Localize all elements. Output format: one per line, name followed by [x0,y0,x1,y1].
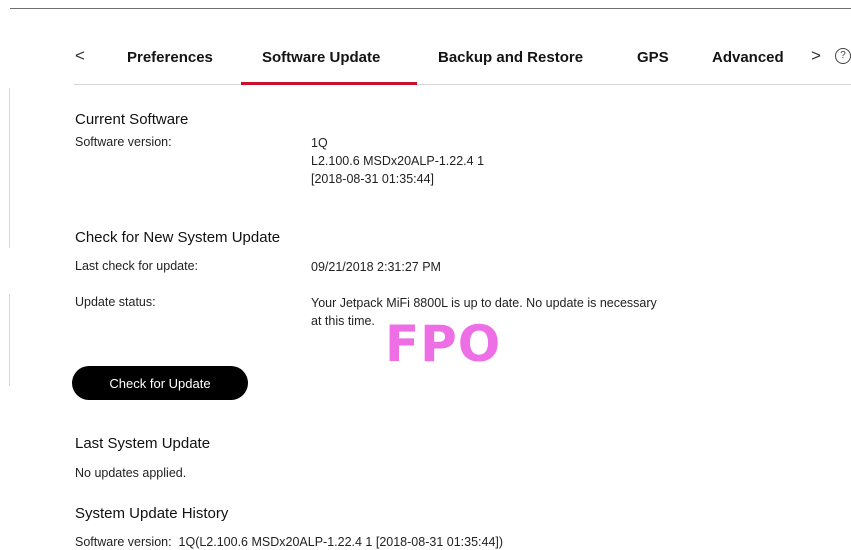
update-history-heading: System Update History [75,505,229,522]
software-version-value: 1Q L2.100.6 MSDx20ALP-1.22.4 1 [2018-08-… [311,134,484,188]
current-software-heading: Current Software [75,111,189,128]
last-check-value: 09/21/2018 2:31:27 PM [311,260,441,274]
top-divider [10,8,851,9]
tab-next-arrow-icon[interactable]: > [811,46,821,66]
update-status-label: Update status: [75,295,156,309]
update-history-entry: Software version: 1Q(L2.100.6 MSDx20ALP-… [75,535,504,549]
tab-backup-and-restore[interactable]: Backup and Restore [438,49,583,66]
last-check-label: Last check for update: [75,259,198,273]
fpo-watermark: FPO [385,315,502,373]
tab-preferences[interactable]: Preferences [127,49,213,66]
check-update-heading: Check for New System Update [75,229,281,246]
settings-tab-bar: < Preferences Software Update Backup and… [74,38,851,85]
update-status-line: Your Jetpack MiFi 8800L is up to date. N… [311,296,657,310]
last-system-update-text: No updates applied. [75,466,187,480]
tab-bar-divider [74,84,851,85]
left-edge-line [9,88,10,248]
software-version-line: L2.100.6 MSDx20ALP-1.22.4 1 [311,154,485,168]
tab-gps[interactable]: GPS [637,49,669,66]
help-icon[interactable]: ? [835,48,851,64]
tab-software-update[interactable]: Software Update [262,49,380,66]
last-system-update-heading: Last System Update [75,435,211,452]
active-tab-indicator [241,82,417,85]
left-edge-line [9,294,10,386]
tab-advanced[interactable]: Advanced [712,49,784,66]
check-for-update-button[interactable]: Check for Update [72,366,248,400]
software-version-line: [2018-08-31 01:35:44] [311,172,435,186]
tab-prev-arrow-icon[interactable]: < [75,46,85,66]
software-version-label: Software version: [75,135,172,149]
software-version-line: 1Q [311,136,328,150]
